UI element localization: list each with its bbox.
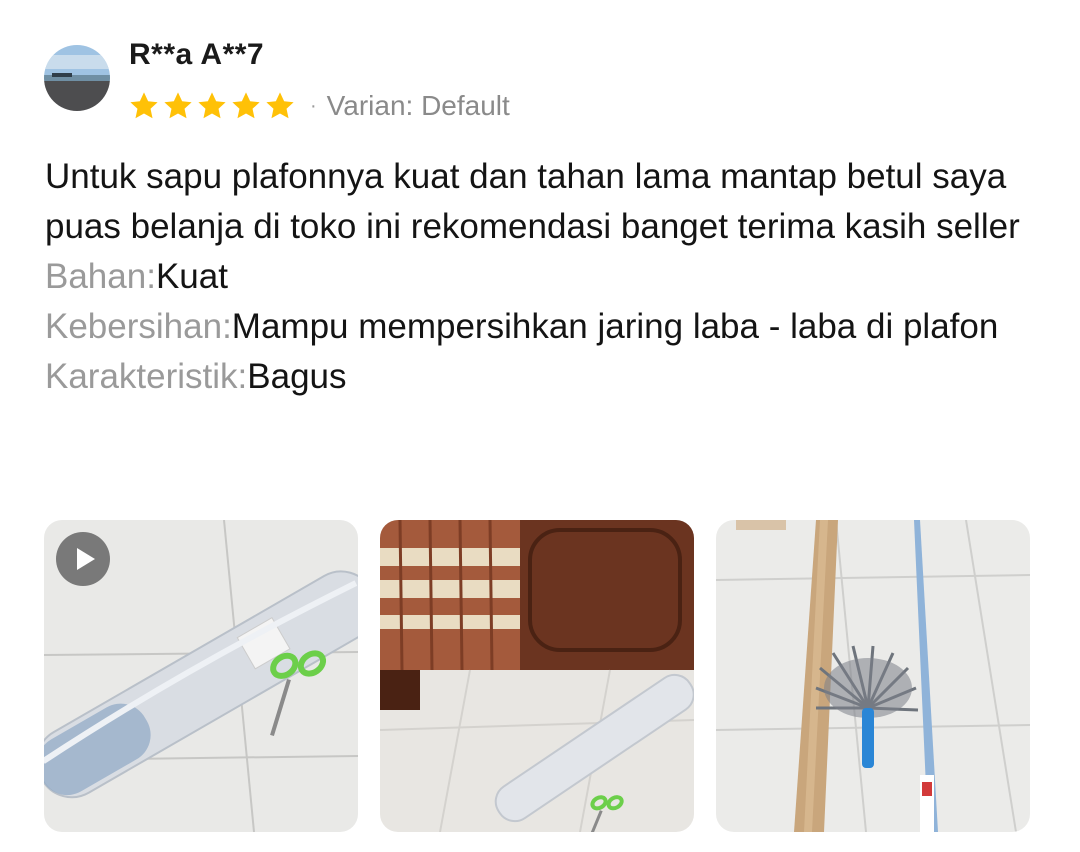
attribute-key: Bahan: <box>45 257 156 296</box>
star-rating <box>128 90 296 122</box>
attribute-row: Bahan:Kuat <box>45 252 1045 302</box>
review-video-thumbnail[interactable] <box>44 520 358 832</box>
attribute-value: Mampu mempersihkan jaring laba - laba di… <box>231 307 999 346</box>
review-media-gallery <box>44 520 1030 832</box>
review-photo-thumbnail[interactable] <box>380 520 694 832</box>
attribute-row: Kebersihan:Mampu mempersihkan jaring lab… <box>45 302 1045 352</box>
star-icon <box>196 90 228 122</box>
play-button[interactable] <box>56 532 110 586</box>
reviewer-username[interactable]: R**a A**7 <box>129 38 264 72</box>
review-content: Untuk sapu plafonnya kuat dan tahan lama… <box>45 152 1045 402</box>
attribute-value: Bagus <box>247 357 347 396</box>
separator-dot: · <box>310 94 317 117</box>
attribute-row: Karakteristik:Bagus <box>45 352 1045 402</box>
star-icon <box>128 90 160 122</box>
variant-label: Varian: Default <box>326 90 510 121</box>
review-photo-thumbnail[interactable] <box>716 520 1030 832</box>
star-icon <box>264 90 296 122</box>
rating-row: · Varian: Default <box>128 88 510 124</box>
avatar[interactable] <box>44 45 110 111</box>
play-icon <box>77 548 95 570</box>
attribute-key: Kebersihan: <box>45 307 232 346</box>
review-text: Untuk sapu plafonnya kuat dan tahan lama… <box>45 157 1020 246</box>
star-icon <box>162 90 194 122</box>
attribute-key: Karakteristik: <box>45 357 248 396</box>
star-icon <box>230 90 262 122</box>
attribute-value: Kuat <box>155 257 228 296</box>
